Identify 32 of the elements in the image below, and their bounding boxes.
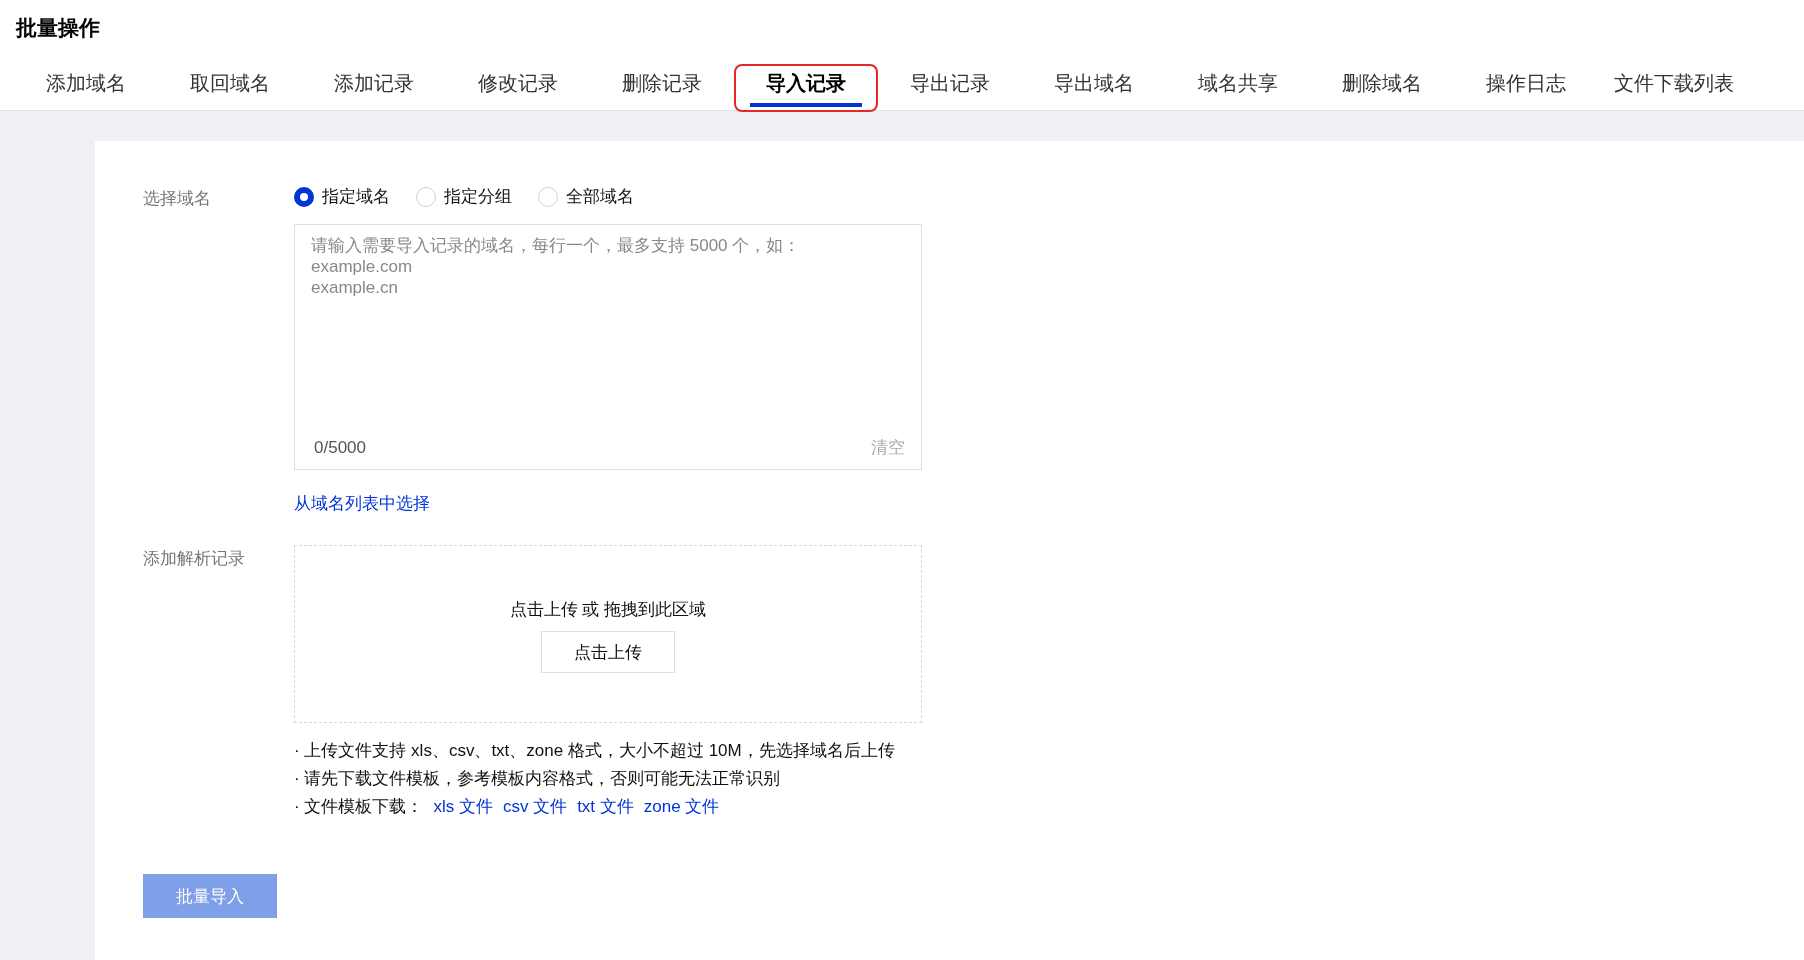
tab[interactable]: 文件下载列表 (1598, 64, 1750, 112)
field-label: 添加解析记录 (143, 548, 246, 570)
template-link[interactable]: zone 文件 (643, 795, 720, 818)
radio-option[interactable]: 指定域名 (294, 185, 390, 208)
domain-textarea[interactable]: 请输入需要导入记录的域名，每行一个，最多支持 5000 个，如： example.com example.cn 0/5000 清空 (294, 224, 922, 470)
tab[interactable]: 删除域名 (1310, 64, 1454, 112)
note-text: · 请先下载文件模板，参考模板内容格式，否则可能无法正常识别 (294, 768, 781, 790)
tab[interactable]: 操作日志 (1454, 64, 1598, 112)
radio-option[interactable]: 指定分组 (416, 185, 512, 208)
note-text: · 上传文件支持 xls、csv、txt、zone 格式，大小不超过 10M，先选择域名后上传 (294, 740, 895, 762)
field-label: 选择域名 (143, 188, 212, 210)
upload-button[interactable]: 点击上传 (541, 631, 675, 673)
page-title: 批量操作 (14, 15, 101, 41)
template-link[interactable]: txt 文件 (577, 795, 634, 818)
select-from-list-link[interactable]: 从域名列表中选择 (294, 494, 430, 513)
tab[interactable]: 删除记录 (590, 64, 734, 112)
tab[interactable]: 取回域名 (158, 64, 302, 112)
tab[interactable]: 添加记录 (302, 64, 446, 112)
upload-dropzone[interactable]: 点击上传 或 拖拽到此区域 点击上传 (294, 545, 922, 723)
tab[interactable]: 修改记录 (446, 64, 590, 112)
template-link[interactable]: csv 文件 (502, 795, 568, 818)
dropzone-hint: 点击上传 或 拖拽到此区域 (509, 599, 707, 621)
radio-option[interactable]: 全部域名 (538, 185, 634, 208)
tab[interactable]: 域名共享 (1166, 64, 1310, 112)
template-link[interactable]: xls 文件 (433, 795, 493, 818)
radio-icon[interactable] (294, 186, 314, 207)
tab[interactable]: 导入记录 (734, 64, 878, 112)
tab[interactable]: 导出记录 (878, 64, 1022, 112)
char-counter: 0/5000 (313, 437, 366, 458)
note-text: · 文件模板下载： (294, 796, 424, 818)
tab[interactable]: 导出域名 (1022, 64, 1166, 112)
tab[interactable]: 添加域名 (14, 64, 158, 112)
